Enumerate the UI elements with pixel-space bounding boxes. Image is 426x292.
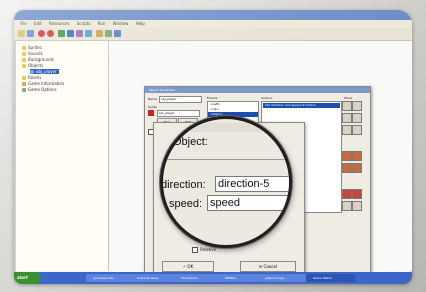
menu-resources[interactable]: Resources [49,20,69,28]
cancel-button[interactable]: ✖ Cancel [240,261,296,272]
speed-vertical-icon[interactable] [342,125,352,135]
menu-edit[interactable]: Edit [34,20,42,28]
zoom-direction-label: direction: [161,179,206,191]
tree-item-objects[interactable]: Objects [22,63,43,68]
jump-position-icon[interactable] [342,151,352,161]
tree-item-sounds[interactable]: Sounds [22,51,43,56]
magnified-area: Object: direction: direction-5 speed: sp… [163,119,289,245]
menu-file[interactable]: File [20,20,27,28]
menu-scripts[interactable]: Scripts [77,20,91,28]
taskbar-item-active[interactable]: Game Maker [306,274,355,282]
relative-label: Relative [200,247,217,252]
menu-window[interactable]: Window [113,20,129,28]
game-info-icon[interactable] [96,30,103,37]
folder-icon [22,76,26,80]
taskbar-item[interactable]: gmloadpoint/... [86,274,133,282]
name-label: Name: [148,97,158,101]
relative-checkbox[interactable] [192,247,198,253]
path-icon[interactable] [342,201,352,211]
tree-item-rooms[interactable]: Rooms [22,75,41,80]
action-palette [342,101,368,271]
speed-input[interactable]: speed [207,195,289,211]
taskbar-item[interactable]: Avant Browser [130,274,177,282]
ok-button[interactable]: ✔ OK [162,261,214,272]
start-button[interactable]: start [14,272,41,284]
sprite-preview-icon [148,110,154,116]
events-label: Events: [207,96,219,100]
speed-horizontal-icon[interactable] [352,113,362,123]
move-fixed-icon[interactable] [342,101,352,111]
game-options-icon[interactable] [105,30,112,37]
move-towards-icon[interactable] [342,113,352,123]
jump-random-icon[interactable] [342,163,352,173]
options-icon [22,88,26,92]
object-icon [30,70,34,74]
tree-item-game-information[interactable]: Game Information [22,81,64,86]
folder-icon [22,58,26,62]
taskbar-item[interactable]: gifs/moving/... [258,274,309,282]
zoom-object-label: Object: [173,136,208,148]
add-sprite-icon[interactable] [58,30,65,37]
folder-icon [22,64,26,68]
tree-item-sprites[interactable]: Sprites [22,45,42,50]
run-icon[interactable] [38,30,45,37]
path-end-icon[interactable] [352,201,362,211]
checkmark-icon: ✔ [182,264,187,269]
add-background-icon[interactable] [76,30,83,37]
windows-taskbar: start gmloadpoint/... Avant Browser Wind… [14,272,412,284]
save-icon[interactable] [27,30,34,37]
sprite-select[interactable]: spr_player [157,110,200,117]
tree-item-obj-player[interactable]: obj_player [30,69,59,74]
help-icon[interactable] [114,30,121,37]
lens-separator [163,159,289,160]
tree-item-backgrounds[interactable]: Backgrounds [22,57,54,62]
lens-divider [163,123,289,132]
object-window-title: Object Properties [145,87,370,93]
actions-label: Actions: [261,96,273,100]
zoom-speed-label: speed: [169,198,203,210]
magnifier-lens: Object: direction: direction-5 speed: sp… [160,116,292,248]
app-titlebar [14,10,412,20]
gravity-icon[interactable] [352,125,362,135]
move-free-icon[interactable] [352,101,362,111]
tree-item-game-options[interactable]: Game Options [22,87,57,92]
menu-bar: File Edit Resources Scripts Run Window H… [14,20,412,28]
name-input[interactable]: obj_player [159,96,202,103]
taskbar-item[interactable]: Windows E... [174,274,221,282]
info-icon [22,82,26,86]
folder-icon [22,46,26,50]
debug-icon[interactable] [47,30,54,37]
folder-icon [22,52,26,56]
direction-input[interactable]: direction-5 [215,176,289,192]
action-item[interactable]: Set direction and speed of motion [263,103,340,108]
sprite-label: Sprite [148,105,157,109]
resource-tree: Sprites Sounds Backgrounds Objects obj_p… [16,41,109,271]
menu-run[interactable]: Run [98,20,106,28]
toolbar [14,28,412,41]
add-sound-icon[interactable] [67,30,74,37]
add-object-icon[interactable] [85,30,92,37]
palette-tab-label: Move [344,96,353,100]
snap-grid-icon[interactable] [352,163,362,173]
menu-help[interactable]: Help [136,20,145,28]
jump-start-icon[interactable] [352,151,362,161]
cancel-icon: ✖ [258,264,263,269]
bounce-icon[interactable] [352,189,362,199]
taskbar-item[interactable]: PMWiki [218,274,261,282]
open-icon[interactable] [18,30,25,37]
wrap-icon[interactable] [342,189,352,199]
